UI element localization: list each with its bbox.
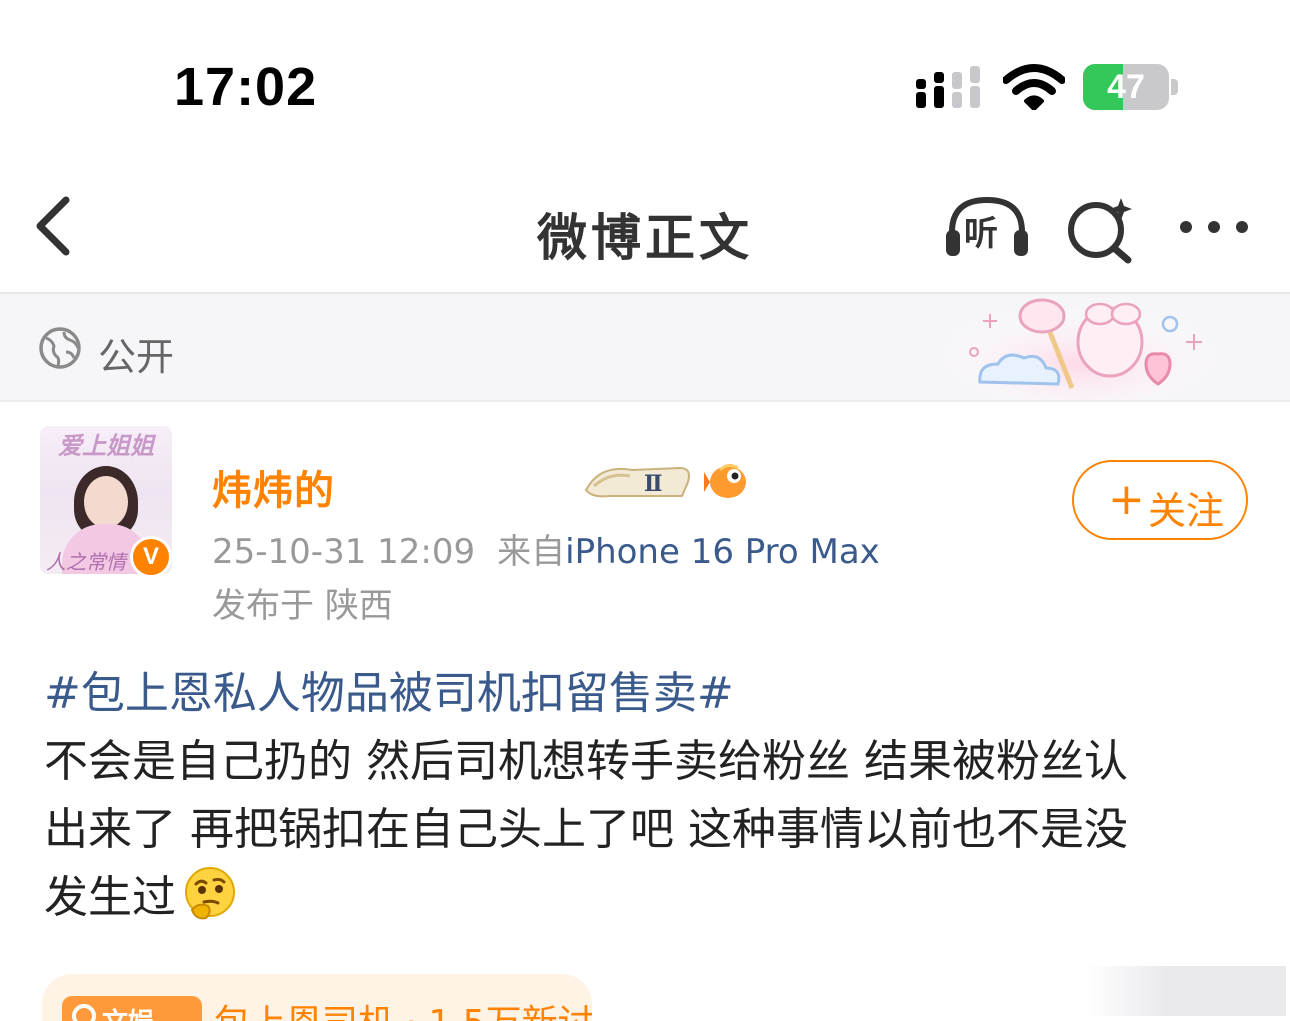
page-title: 微博正文 xyxy=(537,209,753,267)
post-text-line-last: 发生过 xyxy=(44,864,1254,932)
follow-button[interactable]: + 关注 xyxy=(1072,460,1248,540)
status-bar: 17:02 47 xyxy=(0,0,1290,160)
level-badge-text: Ⅱ xyxy=(644,471,663,497)
battery-icon: 47 xyxy=(1083,64,1179,110)
battery-percent: 47 xyxy=(1107,68,1145,106)
post-hashtag[interactable]: #包上恩私人物品被司机扣留售卖# xyxy=(44,660,1254,728)
listen-button[interactable]: 听 xyxy=(944,194,1030,260)
author-name[interactable]: 炜炜的 xyxy=(212,458,335,516)
back-button[interactable] xyxy=(28,194,88,258)
search-icon[interactable] xyxy=(1066,194,1136,264)
avatar-top-text: 爱上姐姐 xyxy=(58,432,154,460)
watermark xyxy=(1086,966,1286,1016)
status-time: 17:02 xyxy=(174,57,318,117)
topic-text: 包上恩司机 · 1.5万新讨论 xyxy=(214,994,592,1021)
topic-chip[interactable]: 文娱 包上恩司机 · 1.5万新讨论 xyxy=(42,974,592,1021)
listen-label: 听 xyxy=(964,214,998,254)
globe-icon xyxy=(39,327,81,369)
visibility-label: 公开 xyxy=(98,335,175,379)
cellular-signal-icon xyxy=(916,66,980,108)
name-redaction xyxy=(340,460,570,510)
source-prefix: 来自 xyxy=(497,532,566,572)
post-meta: 25-10-31 12:09 来自iPhone 16 Pro Max xyxy=(212,524,880,573)
post-text-line: 出来了 再把锅扣在自己头上了吧 这种事情以前也不是没 xyxy=(44,804,1128,855)
search-icon xyxy=(72,1004,96,1021)
verified-badge-icon: V xyxy=(130,536,172,578)
fish-icon xyxy=(704,463,746,498)
visibility-bar: 公开 xyxy=(0,294,1290,402)
topic-tag-label: 文娱 xyxy=(102,1002,154,1021)
avatar-bottom-text: 人之常情 xyxy=(46,550,126,574)
location-value: 陕西 xyxy=(324,586,393,626)
topic-tag: 文娱 xyxy=(62,996,202,1021)
author-header: 爱上姐姐 人之常情 V 炜炜的 Ⅱ 25-10-31 12:09 来自iPhone… xyxy=(0,402,1290,642)
wifi-icon xyxy=(1003,64,1065,110)
post-timestamp: 25-10-31 12:09 xyxy=(212,532,476,572)
plus-icon: + xyxy=(1108,474,1145,525)
post-text-line: 不会是自己扔的 然后司机想转手卖给粉丝 结果被粉丝认 xyxy=(44,736,1128,787)
post-location: 发布于 陕西 xyxy=(212,578,393,627)
level-badge-icon: Ⅱ xyxy=(584,466,690,498)
more-options-icon[interactable] xyxy=(1176,214,1252,240)
post-source[interactable]: iPhone 16 Pro Max xyxy=(565,532,880,572)
nav-bar: 微博正文 听 xyxy=(0,160,1290,294)
follow-label: 关注 xyxy=(1148,489,1225,533)
post-body: #包上恩私人物品被司机扣留售卖# 不会是自己扔的 然后司机想转手卖给粉丝 结果被… xyxy=(44,660,1254,932)
decoration-sticker-icon xyxy=(950,298,1210,400)
thinking-emoji-icon xyxy=(185,867,235,920)
location-prefix: 发布于 xyxy=(212,586,314,626)
